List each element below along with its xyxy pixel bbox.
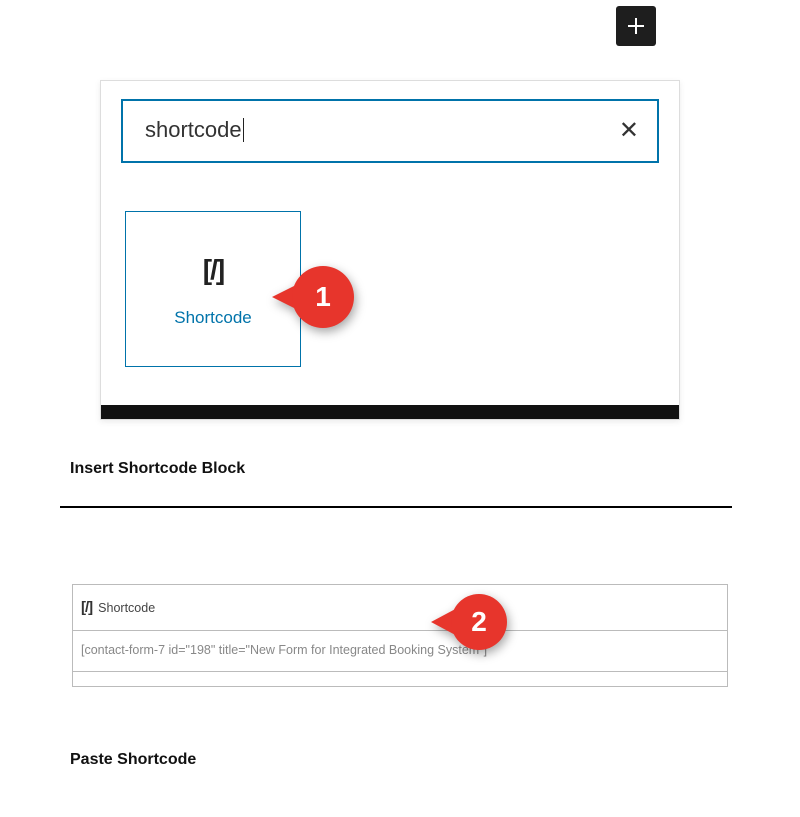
plus-icon [624, 14, 648, 38]
shortcode-textarea[interactable]: [contact-form-7 id="198" title="New Form… [73, 631, 727, 672]
annotation-callout-2: 2 [431, 594, 507, 650]
search-input-value: shortcode [145, 119, 244, 143]
block-search-input[interactable]: shortcode ✕ [121, 99, 659, 163]
section-divider [60, 506, 732, 508]
annotation-number: 2 [451, 594, 507, 650]
block-inserter-panel: shortcode ✕ [/] Shortcode [100, 80, 680, 420]
shortcode-block-label: Shortcode [174, 308, 252, 328]
caption-paste-shortcode: Paste Shortcode [70, 751, 196, 769]
caption-insert-shortcode: Insert Shortcode Block [70, 460, 245, 478]
shortcode-block-editor: [/] Shortcode [contact-form-7 id="198" t… [72, 584, 728, 687]
clear-search-icon[interactable]: ✕ [619, 119, 639, 143]
shortcode-block-footer [73, 672, 727, 686]
annotation-number: 1 [292, 266, 354, 328]
shortcode-icon: [/] [203, 254, 223, 286]
annotation-callout-1: 1 [272, 266, 354, 328]
add-block-button[interactable] [616, 6, 656, 46]
shortcode-block-header: [/] Shortcode [73, 585, 727, 631]
shortcode-block-title: Shortcode [98, 601, 155, 615]
shortcode-icon: [/] [81, 599, 92, 616]
panel-bottom-bar [101, 405, 679, 419]
shortcode-content: [contact-form-7 id="198" title="New Form… [81, 643, 487, 657]
